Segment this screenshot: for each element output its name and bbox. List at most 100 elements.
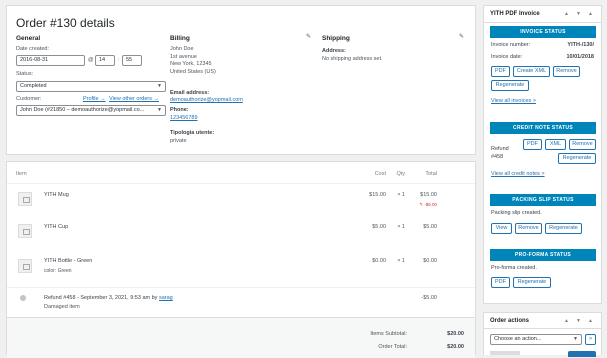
status-label: Status: <box>16 71 34 77</box>
at-sign: @ <box>88 57 94 63</box>
items-refund-divider <box>7 287 475 288</box>
col-qty: Qty <box>396 171 405 177</box>
update-button-partial[interactable] <box>568 351 596 357</box>
item-qty: × 1 <box>397 192 405 198</box>
credit-note-remove-button[interactable]: Remove <box>569 139 596 150</box>
item-total: $0.00 <box>423 258 437 264</box>
move-down-icon[interactable]: ▼ <box>576 318 581 324</box>
edit-shipping-icon[interactable]: ✎ <box>459 33 464 40</box>
packing-slip-status-bar: PACKING SLIP STATUS <box>490 194 596 206</box>
customer-label: Customer: <box>16 96 42 102</box>
refund-note: Damaged item <box>44 304 80 310</box>
pro-forma-pdf-button[interactable]: PDF <box>491 277 510 288</box>
product-thumbnail <box>18 224 32 238</box>
item-name[interactable]: YITH Mug <box>44 192 69 198</box>
create-xml-button[interactable]: Create XML <box>513 66 550 77</box>
refund-line: Refund #458 - September 3, 2021, 9:53 am… <box>44 295 173 301</box>
collapse-icon[interactable]: ▲ <box>588 11 593 17</box>
hour-input[interactable]: 14 <box>95 55 115 66</box>
item-name[interactable]: YITH Cup <box>44 224 68 230</box>
col-item: Item <box>16 171 27 177</box>
billing-phone-link[interactable]: 123456789 <box>170 115 198 121</box>
box-title: YITH PDF Invoice <box>490 11 540 17</box>
page-title: Order #130 details <box>16 16 115 30</box>
billing-heading: Billing <box>170 35 190 42</box>
move-up-icon[interactable]: ▲ <box>564 11 569 17</box>
credit-note-regenerate-button[interactable]: Regenerate <box>558 153 596 164</box>
yith-pdf-invoice-box: YITH PDF Invoice ▲ ▼ ▲ INVOICE STATUS In… <box>483 5 602 304</box>
move-down-icon[interactable]: ▼ <box>576 11 581 17</box>
refund-amount: -$5.00 <box>421 295 437 301</box>
pro-forma-created: Pro-forma created. <box>491 265 537 271</box>
order-actions-box: Order actions ▲ ▼ ▲ Choose an action... ▼… <box>483 312 602 357</box>
order-actions-title: Order actions <box>490 318 530 324</box>
apply-action-button[interactable]: > <box>585 334 596 345</box>
credit-note-pdf-button[interactable]: PDF <box>523 139 542 150</box>
invoice-remove-button[interactable]: Remove <box>553 66 580 77</box>
invoice-regenerate-button[interactable]: Regenerate <box>491 80 529 91</box>
pro-forma-status-bar: PRO-FORMA STATUS <box>490 249 596 261</box>
view-all-credit-notes-link[interactable]: View all credit notes > <box>491 171 545 177</box>
refund-icon <box>20 295 26 301</box>
tipologia-value: private <box>170 138 187 144</box>
move-up-icon[interactable]: ▲ <box>564 318 569 324</box>
invoice-date: 10/01/2018 <box>566 54 594 60</box>
tipologia-label: Tipologia utente: <box>170 130 215 136</box>
email-label: Email address: <box>170 90 210 96</box>
items-subtotal: $20.00 <box>447 331 464 337</box>
item-name[interactable]: YITH Bottle - Green <box>44 258 92 264</box>
pro-forma-regenerate-button[interactable]: Regenerate <box>513 277 551 288</box>
profile-link[interactable]: Profile → <box>83 96 106 102</box>
invoice-date-label: Invoice date: <box>491 54 523 60</box>
shipping-address-label: Address: <box>322 48 346 54</box>
invoice-pdf-button[interactable]: PDF <box>491 66 510 77</box>
order-details-panel: Order #130 details General Date created:… <box>6 5 476 155</box>
collapse-icon[interactable]: ▲ <box>588 318 593 324</box>
view-other-orders-link[interactable]: View other orders → <box>109 96 159 102</box>
billing-email-link[interactable]: demoauthorize@yopmail.com <box>170 97 243 103</box>
refund-number: #458 <box>491 154 504 160</box>
totals-area <box>7 317 475 358</box>
item-qty: × 1 <box>397 258 405 264</box>
shipping-address: No shipping address set. <box>322 56 383 62</box>
item-cost: $5.00 <box>372 224 386 230</box>
packing-slip-regenerate-button[interactable]: Regenerate <box>545 223 582 234</box>
items-subtotal-label: Items Subtotal: <box>370 331 407 337</box>
edit-billing-icon[interactable]: ✎ <box>306 33 311 40</box>
order-total: $20.00 <box>447 344 464 350</box>
packing-slip-created: Packing slip created. <box>491 210 542 216</box>
credit-note-status-bar: CREDIT NOTE STATUS <box>490 122 596 134</box>
shipping-heading: Shipping <box>322 35 350 42</box>
status-select[interactable]: Completed ▼ <box>16 81 166 92</box>
credit-note-xml-button[interactable]: XML <box>545 139 566 150</box>
refund-label: Refund <box>491 146 509 152</box>
item-cost: $15.00 <box>369 192 386 198</box>
product-thumbnail <box>18 192 32 206</box>
phone-label: Phone: <box>170 107 189 113</box>
packing-slip-view-button[interactable]: View <box>491 223 512 234</box>
item-refund: ↰ -$6.00 <box>419 202 437 207</box>
order-action-select[interactable]: Choose an action... ▼ <box>490 334 582 345</box>
product-thumbnail <box>18 259 32 273</box>
order-items-panel: Item Cost Qty Total YITH Mug $15.00 × 1 … <box>6 161 476 358</box>
chevron-down-icon: ▼ <box>573 336 578 342</box>
col-cost: Cost <box>374 171 386 177</box>
date-created-label: Date created: <box>16 46 50 52</box>
general-heading: General <box>16 35 41 42</box>
date-input[interactable]: 2016-08-31 <box>16 55 85 66</box>
chevron-down-icon: ▼ <box>157 107 162 113</box>
item-total: $15.00 <box>420 192 437 198</box>
item-total: $5.00 <box>423 224 437 230</box>
view-all-invoices-link[interactable]: View all invoices > <box>491 98 536 104</box>
time-colon: : <box>118 57 120 63</box>
partial-row <box>490 351 520 355</box>
chevron-down-icon: ▼ <box>157 83 162 89</box>
item-qty: × 1 <box>397 224 405 230</box>
packing-slip-remove-button[interactable]: Remove <box>515 223 542 234</box>
minute-input[interactable]: 55 <box>122 55 142 66</box>
order-total-label: Order Total: <box>378 344 407 350</box>
invoice-number-label: Invoice number: <box>491 42 531 48</box>
refund-author-link[interactable]: sarag <box>159 295 173 301</box>
item-cost: $0.00 <box>372 258 386 264</box>
customer-select[interactable]: John Doe (#21850 – demoauthorize@yopmail… <box>16 105 166 116</box>
